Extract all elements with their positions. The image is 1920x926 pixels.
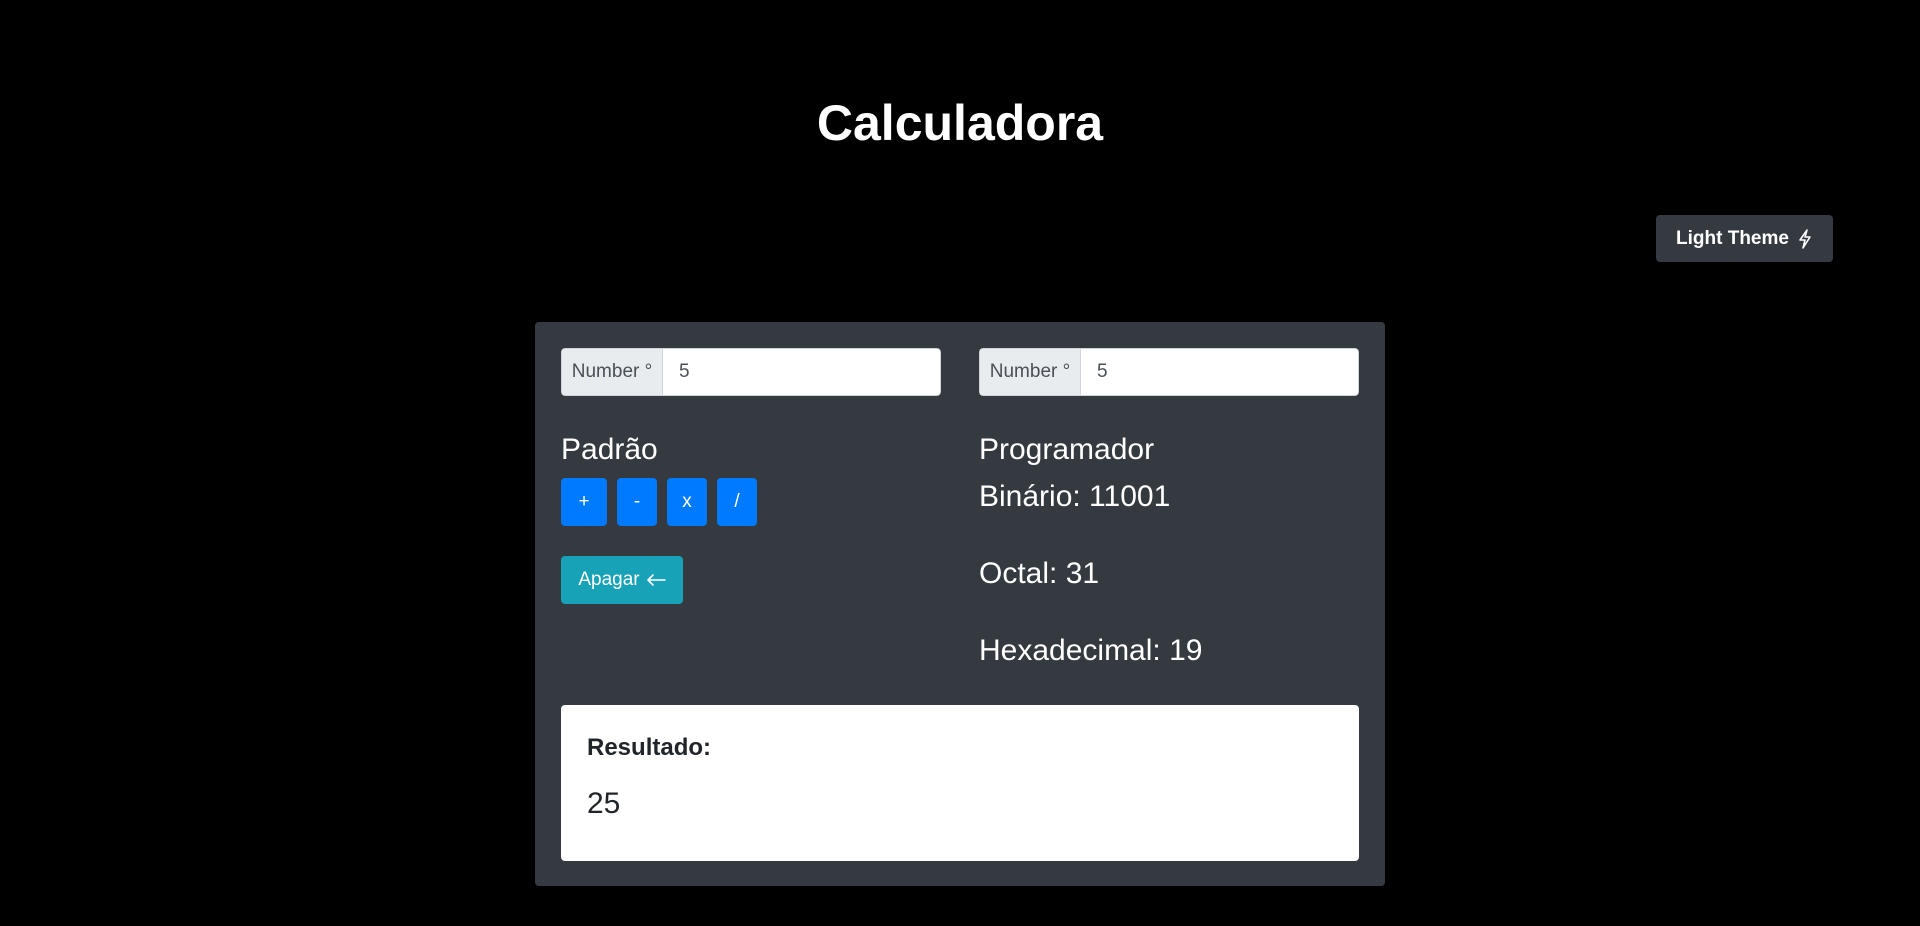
arrow-left-icon xyxy=(646,574,666,586)
calculator-card: Number ° Number ° Padrão + - x / Apagar … xyxy=(535,322,1385,886)
divide-button[interactable]: / xyxy=(717,478,757,526)
standard-title: Padrão xyxy=(561,433,658,466)
subtract-button[interactable]: - xyxy=(617,478,657,526)
result-panel: Resultado: 25 xyxy=(561,705,1359,861)
light-theme-label: Light Theme xyxy=(1676,227,1789,249)
first-number-input[interactable] xyxy=(662,348,941,396)
result-value: 25 xyxy=(587,787,621,820)
clear-button-label: Apagar xyxy=(578,569,640,590)
second-number-addon: Number ° xyxy=(979,348,1080,396)
clear-button[interactable]: Apagar xyxy=(561,556,683,604)
multiply-button[interactable]: x xyxy=(667,478,707,526)
add-button[interactable]: + xyxy=(561,478,607,526)
second-number-input[interactable] xyxy=(1080,348,1359,396)
hexadecimal-value: Hexadecimal: 19 xyxy=(979,634,1203,667)
lightning-icon xyxy=(1799,228,1811,249)
programmer-title: Programador xyxy=(979,433,1155,466)
page-title: Calculadora xyxy=(816,95,1104,151)
light-theme-button[interactable]: Light Theme xyxy=(1656,215,1833,262)
operation-buttons: + - x / xyxy=(561,478,757,526)
second-number-group: Number ° xyxy=(979,348,1359,396)
result-label: Resultado: xyxy=(587,734,712,761)
octal-value: Octal: 31 xyxy=(979,557,1100,590)
first-number-addon: Number ° xyxy=(561,348,662,396)
first-number-group: Number ° xyxy=(561,348,941,396)
binary-value: Binário: 11001 xyxy=(979,480,1171,513)
